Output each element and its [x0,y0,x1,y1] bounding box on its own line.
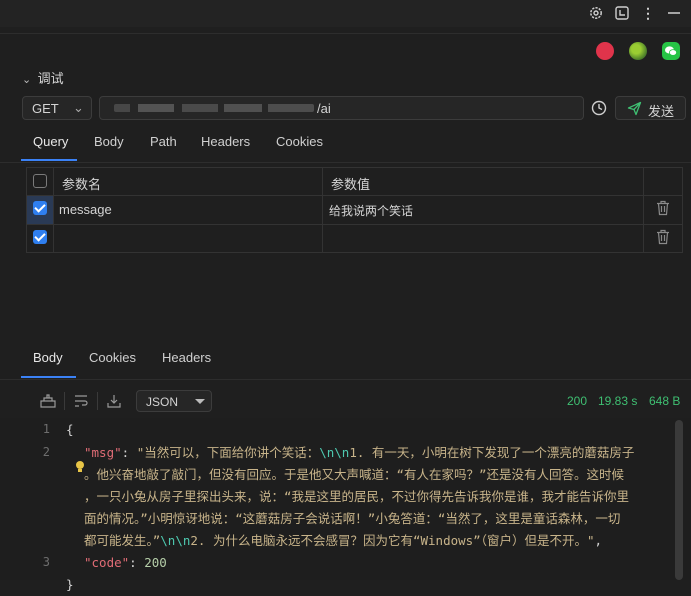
active-tab-indicator [21,376,76,378]
row-checkbox[interactable] [33,230,47,244]
param-value-field[interactable]: 给我说两个笑话 [329,202,413,219]
response-size: 648 B [649,394,681,408]
params-table: 参数名 参数值 message 给我说两个笑话 [26,167,683,253]
tab-response-cookies[interactable]: Cookies [89,350,136,365]
active-tab-indicator [21,159,77,161]
divider [0,379,691,380]
param-name-field[interactable]: message [59,202,112,217]
more-icon[interactable]: ⋮ [640,5,656,21]
method-value: GET [32,101,59,116]
select-all-checkbox[interactable] [33,174,47,188]
tab-body[interactable]: Body [94,134,124,149]
tab-headers[interactable]: Headers [201,134,250,149]
open-external-icon[interactable] [614,5,630,21]
response-format-select[interactable]: JSON [136,390,212,412]
settings-icon[interactable] [588,5,604,21]
tab-response-body[interactable]: Body [33,350,63,365]
code-line-1: { [66,422,74,437]
caret-down-icon [195,399,205,404]
tab-path[interactable]: Path [150,134,177,149]
code-line-2-wrap-2: ，一只小兔从房子里探出头来，说：“我是这里的居民，不过你得先告诉我你是谁，我才能… [84,489,630,504]
wrap-lines-icon[interactable] [73,393,89,412]
plugin-red-icon[interactable] [596,42,614,60]
url-path: /ai [317,101,331,116]
method-select[interactable]: GET ⌄ [22,96,92,120]
chevron-down-icon: ⌄ [22,74,32,86]
wechat-icon[interactable] [662,42,680,60]
divider [97,392,98,410]
scrollbar[interactable] [675,420,683,580]
history-icon[interactable] [590,99,608,117]
send-icon [627,101,642,116]
code-line-2-wrap-3: 面的情况。”小明惊讶地说：“这蘑菇房子会说话啊！”小兔答道：“当然了，这里是童话… [84,511,621,526]
send-label: 发送 [648,104,675,119]
section-title: 调试 [37,71,64,86]
minimize-icon[interactable] [666,5,682,21]
line-number: 2 [42,445,50,459]
code-line-3: "code": 200 [84,555,167,570]
url-redacted [114,104,314,112]
send-button[interactable]: 发送 [615,96,686,120]
plugin-green-icon[interactable] [629,42,647,60]
divider [0,162,691,163]
url-input[interactable]: /ai [99,96,584,120]
col-header-value: 参数值 [331,177,371,192]
debug-section-header[interactable]: ⌄ 调试 [22,68,64,87]
divider [0,33,691,34]
line-number: 3 [42,555,50,569]
row-checkbox[interactable] [33,201,47,215]
format-icon[interactable] [39,393,57,412]
trash-icon[interactable] [656,229,670,245]
chevron-down-icon: ⌄ [73,100,84,115]
code-line-4: } [66,577,74,592]
response-body-viewer[interactable]: 1 2 3 { "msg": "当然可以，下面给你讲个笑话：\n\n1. 有一天… [0,418,691,592]
code-line-2: "msg": "当然可以，下面给你讲个笑话：\n\n1. 有一天，小明在树下发现… [84,445,635,460]
tab-cookies[interactable]: Cookies [276,134,323,149]
status-code: 200 [567,394,588,408]
tab-query[interactable]: Query [33,134,68,149]
code-line-2-wrap-1: 。他兴奋地敲了敲门，但没有回应。于是他又大声喊道：“有人在家吗？”还是没有人回答… [84,467,625,482]
trash-icon[interactable] [656,200,670,216]
tab-response-headers[interactable]: Headers [162,350,211,365]
divider [64,392,65,410]
code-line-2-wrap-4: 都可能发生。”\n\n2. 为什么电脑永远不会感冒？因为它有“Windows”（… [84,533,603,548]
format-value: JSON [146,395,179,409]
line-number: 1 [42,422,50,436]
response-tabs: Body Cookies Headers [0,350,691,380]
request-tabs: Query Body Path Headers Cookies [0,134,691,164]
col-header-name: 参数名 [62,177,102,192]
download-icon[interactable] [106,393,122,412]
response-time: 19.83 s [598,394,638,408]
